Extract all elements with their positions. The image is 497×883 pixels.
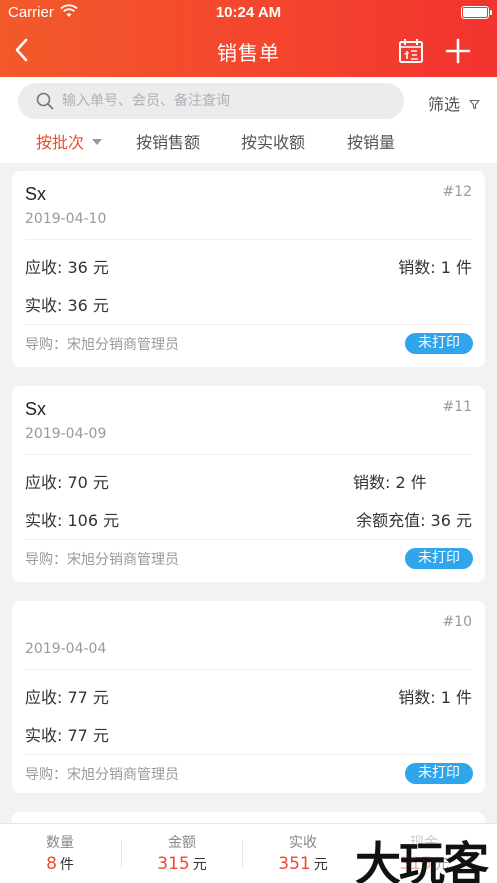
app-header: Carrier 10:24 AM 销售单 <box>0 0 497 77</box>
summary-value: 315 <box>157 854 190 874</box>
back-arrow-icon[interactable] <box>10 36 34 64</box>
divider <box>25 454 472 455</box>
order-date: 2019-04-09 <box>25 426 107 442</box>
search-box[interactable] <box>18 83 404 119</box>
receivable-amount: 应收: 36 元 <box>25 258 109 277</box>
sales-count: 销数: 2 件 <box>353 473 427 492</box>
sales-count: 销数: 1 件 <box>398 258 472 277</box>
summary-label: 金额 <box>168 835 196 851</box>
order-card[interactable]: Sx #11 2019-04-09 应收: 70 元 销数: 2 件 实收: 1… <box>12 386 485 582</box>
tab-label: 按实收额 <box>241 133 306 152</box>
search-input[interactable] <box>62 83 392 119</box>
calendar-icon[interactable] <box>398 37 424 65</box>
summary-amount: 金额 315 元 <box>122 824 242 883</box>
sales-guide: 导购：宋旭分销商管理员 <box>25 767 179 783</box>
tab-label: 按销售额 <box>136 133 201 152</box>
order-card[interactable]: #10 2019-04-04 应收: 77 元 销数: 1 件 实收: 77 元… <box>12 601 485 793</box>
search-icon <box>36 92 54 110</box>
received-amount: 实收: 36 元 <box>25 296 109 315</box>
tab-by-sales-amount[interactable]: 按销售额 <box>136 129 200 153</box>
summary-label: 数量 <box>46 835 74 851</box>
status-bar: Carrier 10:24 AM <box>0 0 497 26</box>
watermark: 大玩客 <box>345 826 497 883</box>
filter-button[interactable]: 筛选 <box>428 91 480 115</box>
filter-funnel-icon <box>469 99 480 110</box>
add-icon[interactable] <box>444 37 472 65</box>
clock: 10:24 AM <box>215 4 282 21</box>
sales-guide: 导购：宋旭分销商管理员 <box>25 552 179 568</box>
summary-unit: 元 <box>313 857 328 873</box>
sort-tabs: 按批次 按销售额 按实收额 按销量 <box>0 129 497 159</box>
receivable-amount: 应收: 70 元 <box>25 473 109 492</box>
order-number: #12 <box>442 184 472 200</box>
caret-down-icon <box>92 139 103 145</box>
divider <box>25 539 472 540</box>
print-status-badge[interactable]: 未打印 <box>405 548 473 569</box>
sales-count: 销数: 1 件 <box>398 688 472 707</box>
order-date: 2019-04-10 <box>25 211 107 227</box>
divider <box>25 754 472 755</box>
received-amount: 实收: 77 元 <box>25 726 109 745</box>
sales-guide: 导购：宋旭分销商管理员 <box>25 337 179 353</box>
print-status-badge[interactable]: 未打印 <box>405 333 473 354</box>
summary-unit: 件 <box>59 857 74 873</box>
tab-by-batch[interactable]: 按批次 <box>36 129 103 153</box>
tab-label: 按销量 <box>347 133 396 152</box>
filter-label: 筛选 <box>428 95 461 114</box>
divider <box>25 669 472 670</box>
order-title: Sx <box>25 399 47 419</box>
battery-icon <box>461 6 492 19</box>
order-date: 2019-04-04 <box>25 641 107 657</box>
tab-by-received-amount[interactable]: 按实收额 <box>241 129 305 153</box>
order-number: #10 <box>442 614 472 630</box>
order-number: #11 <box>442 399 472 415</box>
watermark-text: 大玩客 <box>355 837 489 883</box>
order-title: Sx <box>25 184 47 204</box>
divider <box>25 239 472 240</box>
search-and-tabs-panel: 筛选 按批次 按销售额 按实收额 按销量 <box>0 77 497 163</box>
order-card[interactable]: Sx #12 2019-04-10 应收: 36 元 销数: 1 件 实收: 3… <box>12 171 485 367</box>
summary-quantity: 数量 8件 <box>0 824 120 883</box>
summary-value: 351 <box>278 854 311 874</box>
summary-unit: 元 <box>192 857 207 873</box>
received-amount: 实收: 106 元 <box>25 511 120 530</box>
divider <box>25 324 472 325</box>
summary-value: 8 <box>46 854 57 874</box>
receivable-amount: 应收: 77 元 <box>25 688 109 707</box>
balance-topup: 余额充值: 36 元 <box>356 511 472 530</box>
print-status-badge[interactable]: 未打印 <box>405 763 473 784</box>
tab-by-sales-volume[interactable]: 按销量 <box>347 129 395 153</box>
tab-label: 按批次 <box>36 133 85 152</box>
